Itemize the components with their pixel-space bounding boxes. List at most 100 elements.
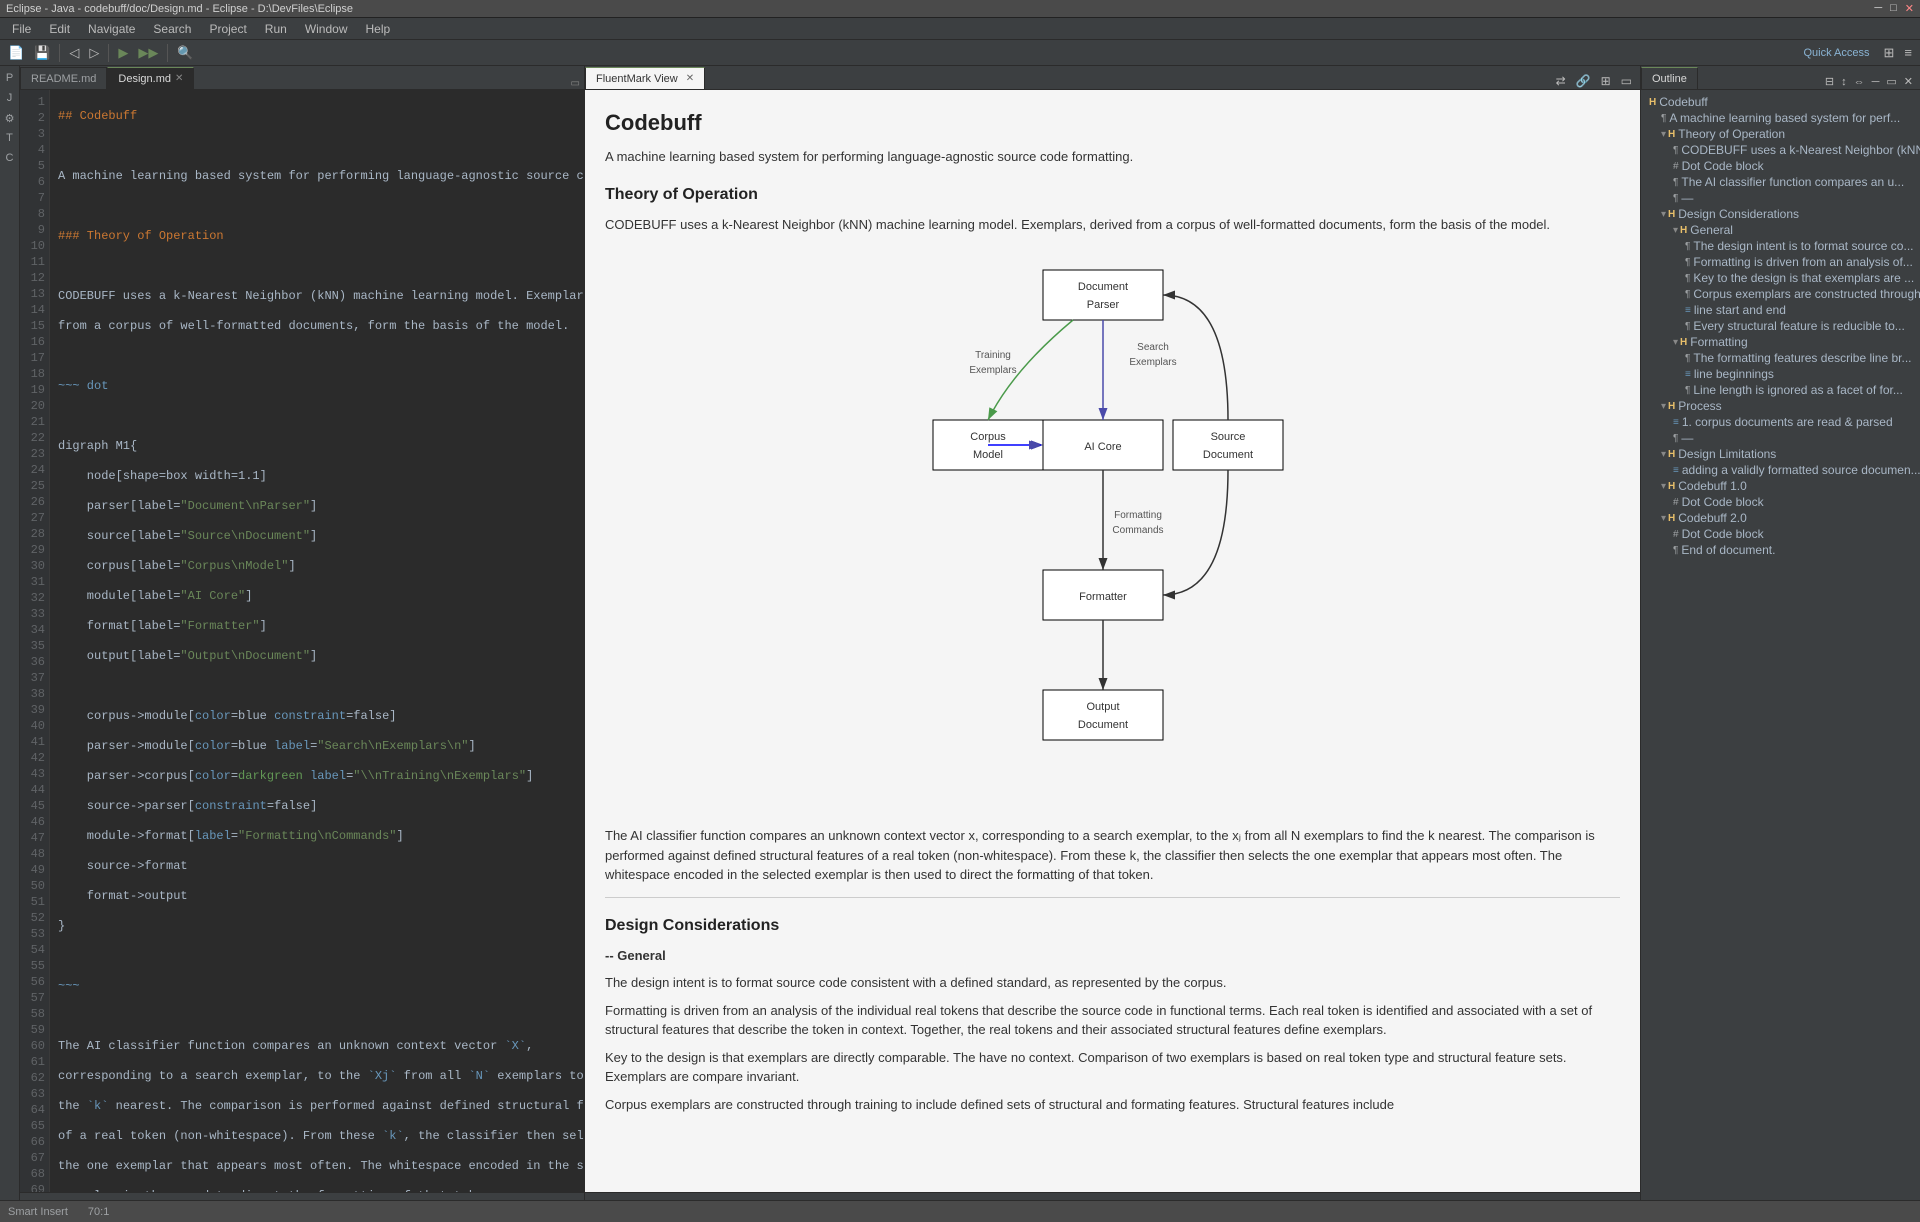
outline-item-general[interactable]: ▾ H General <box>1641 222 1920 238</box>
outline-item-codebuff1-dot[interactable]: # Dot Code block <box>1641 494 1920 510</box>
outline-item-design-para-1[interactable]: ¶ The design intent is to format source … <box>1641 238 1920 254</box>
code-content[interactable]: ## Codebuff A machine learning based sys… <box>50 90 584 1192</box>
outline-sort-btn[interactable]: ↕ <box>1838 75 1850 89</box>
menu-help[interactable]: Help <box>358 20 399 38</box>
toolbar-view-btn-1[interactable]: ⊞ <box>1880 43 1899 63</box>
outline-item-design-para-5[interactable]: ¶ Every structural feature is reducible … <box>1641 318 1920 334</box>
sidebar-icon-1[interactable]: P <box>2 70 18 86</box>
preview-maximize-btn[interactable]: ▭ <box>1617 73 1636 89</box>
menu-navigate[interactable]: Navigate <box>80 20 143 38</box>
outline-item-design-list-1[interactable]: ≡ line start and end <box>1641 302 1920 318</box>
svg-text:Commands: Commands <box>1112 525 1163 536</box>
code-editor[interactable]: 1 2 3 4 5 6 7 8 9 10 11 12 13 14 15 16 1… <box>20 90 584 1192</box>
sidebar-icon-2[interactable]: J <box>2 90 18 106</box>
outline-item-process[interactable]: ▾ H Process <box>1641 398 1920 414</box>
outline-tab-bar: Outline ⊟ ↕ ⇔ ─ ▭ ✕ <box>1641 66 1920 90</box>
preview-title: Codebuff <box>605 106 1620 139</box>
outline-label-end: End of document. <box>1681 543 1775 557</box>
outline-minimize-btn[interactable]: ─ <box>1869 75 1883 89</box>
outline-item-dot[interactable]: # Dot Code block <box>1641 158 1920 174</box>
maximize-btn[interactable]: □ <box>1890 2 1897 15</box>
preview-tab[interactable]: FluentMark View ✕ <box>585 67 705 89</box>
new-btn[interactable]: 📄 <box>4 43 28 63</box>
menu-search[interactable]: Search <box>145 20 199 38</box>
outline-label-design-para-1: The design intent is to format source co… <box>1693 239 1913 253</box>
save-btn[interactable]: 💾 <box>30 43 54 63</box>
outline-item-1[interactable]: ¶ A machine learning based system for pe… <box>1641 110 1920 126</box>
outline-item-codebuff1[interactable]: ▾ H Codebuff 1.0 <box>1641 478 1920 494</box>
outline-item-format-para-2[interactable]: ¶ Line length is ignored as a facet of f… <box>1641 382 1920 398</box>
preview-scrollbar-h[interactable] <box>585 1192 1640 1200</box>
outline-label-design: Design Considerations <box>1678 207 1799 221</box>
outline-item-ai-para[interactable]: ¶ The AI classifier function compares an… <box>1641 174 1920 190</box>
outline-item-codebuff2[interactable]: ▾ H Codebuff 2.0 <box>1641 510 1920 526</box>
toolbar-view-btn-2[interactable]: ≡ <box>1900 43 1916 62</box>
outline-item-design-para-4[interactable]: ¶ Corpus exemplars are constructed throu… <box>1641 286 1920 302</box>
close-btn[interactable]: ✕ <box>1905 2 1914 15</box>
outline-icon-H-2: H <box>1668 129 1675 140</box>
outline-item-process-list-1[interactable]: ≡ 1. corpus documents are read & parsed <box>1641 414 1920 430</box>
preview-sync-btn[interactable]: ⇄ <box>1552 73 1570 89</box>
tab-design[interactable]: Design.md ✕ <box>107 67 194 89</box>
outline-item-format-para-1[interactable]: ¶ The formatting features describe line … <box>1641 350 1920 366</box>
title-text: Eclipse - Java - codebuff/doc/Design.md … <box>6 3 353 15</box>
menu-window[interactable]: Window <box>297 20 356 38</box>
outline-item-codebuff-para-1[interactable]: ¶ CODEBUFF uses a k-Nearest Neighbor (kN… <box>1641 142 1920 158</box>
outline-item-design-para-3[interactable]: ¶ Key to the design is that exemplars ar… <box>1641 270 1920 286</box>
outline-item-theory[interactable]: ▾ H Theory of Operation <box>1641 126 1920 142</box>
preview-link-btn[interactable]: 🔗 <box>1572 73 1595 89</box>
outline-expand-codebuff1[interactable]: ▾ <box>1661 481 1666 492</box>
tab-design-close[interactable]: ✕ <box>175 73 183 84</box>
outline-icon-list-1: ≡ <box>1685 305 1691 316</box>
outline-item-codebuff2-dot[interactable]: # Dot Code block <box>1641 526 1920 542</box>
menu-project[interactable]: Project <box>201 20 254 38</box>
outline-item-design[interactable]: ▾ H Design Considerations <box>1641 206 1920 222</box>
outline-item-design-para-2[interactable]: ¶ Formatting is driven from an analysis … <box>1641 254 1920 270</box>
forward-btn[interactable]: ▷ <box>85 43 103 63</box>
menu-file[interactable]: File <box>4 20 39 38</box>
outline-item-dash[interactable]: ¶ — <box>1641 190 1920 206</box>
outline-label-format-para-1: The formatting features describe line br… <box>1693 351 1911 365</box>
sidebar-icon-3[interactable]: ⚙ <box>2 110 18 126</box>
back-btn[interactable]: ◁ <box>65 43 83 63</box>
outline-expand-design[interactable]: ▾ <box>1661 209 1666 220</box>
outline-expand-process[interactable]: ▾ <box>1661 401 1666 412</box>
run-btn[interactable]: ▶ <box>114 43 132 63</box>
sidebar-icon-5[interactable]: C <box>2 150 18 166</box>
debug-btn[interactable]: ▶▶ <box>134 43 162 63</box>
menu-run[interactable]: Run <box>257 20 295 38</box>
menu-edit[interactable]: Edit <box>41 20 78 38</box>
sidebar-icon-4[interactable]: T <box>2 130 18 146</box>
outline-item-process-dash[interactable]: ¶ — <box>1641 430 1920 446</box>
outline-item-format-list-1[interactable]: ≡ line beginnings <box>1641 366 1920 382</box>
outline-icon-H-8: H <box>1668 481 1675 492</box>
outline-collapse-btn[interactable]: ⊟ <box>1822 74 1837 89</box>
tab-readme[interactable]: README.md <box>20 67 107 89</box>
outline-item-end[interactable]: ¶ End of document. <box>1641 542 1920 558</box>
editor-scrollbar-h[interactable] <box>20 1192 584 1200</box>
outline-expand-theory[interactable]: ▾ <box>1661 129 1666 140</box>
preview-expand-btn[interactable]: ⊞ <box>1597 73 1615 89</box>
quick-access-label[interactable]: Quick Access <box>1803 47 1869 59</box>
editor-maximize-btn[interactable]: ▭ <box>567 78 584 89</box>
preview-tab-close[interactable]: ✕ <box>686 73 694 84</box>
outline-item-codebuff[interactable]: H Codebuff <box>1641 94 1920 110</box>
outline-icon-para-13: ¶ <box>1673 545 1678 556</box>
outline-maximize-btn[interactable]: ▭ <box>1883 74 1899 89</box>
outline-tab[interactable]: Outline <box>1641 67 1698 89</box>
outline-expand-codebuff2[interactable]: ▾ <box>1661 513 1666 524</box>
outline-expand-general[interactable]: ▾ <box>1673 225 1678 236</box>
outline-link-btn[interactable]: ⇔ <box>1851 75 1868 89</box>
search-btn[interactable]: 🔍 <box>173 43 197 63</box>
preview-hr <box>605 897 1620 898</box>
minimize-btn[interactable]: ─ <box>1874 2 1882 15</box>
preview-section1-para2: The AI classifier function compares an u… <box>605 826 1620 885</box>
outline-item-limitations[interactable]: ▾ H Design Limitations <box>1641 446 1920 462</box>
tab-design-label: Design.md <box>118 73 171 85</box>
outline-expand-limitations[interactable]: ▾ <box>1661 449 1666 460</box>
outline-expand-formatting[interactable]: ▾ <box>1673 337 1678 348</box>
outline-item-formatting[interactable]: ▾ H Formatting <box>1641 334 1920 350</box>
outline-item-limitations-list[interactable]: ≡ adding a validly formatted source docu… <box>1641 462 1920 478</box>
outline-close-btn[interactable]: ✕ <box>1901 74 1916 89</box>
outline-icon-para-10: ¶ <box>1685 353 1690 364</box>
